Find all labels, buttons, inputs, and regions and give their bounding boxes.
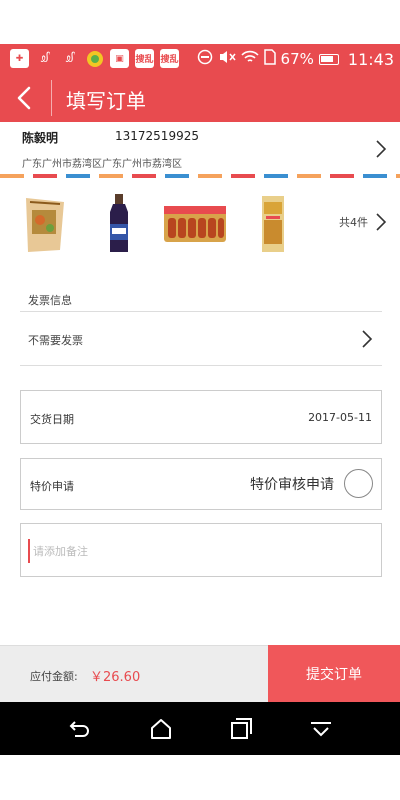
back-arrow-icon[interactable] xyxy=(10,84,40,112)
delivery-date-label: 交货日期 xyxy=(30,413,74,426)
amount-value: ￥26.60 xyxy=(90,670,141,685)
product-sausage-pack xyxy=(164,206,226,242)
special-price-field: 特价申请 特价审核申请 xyxy=(20,458,382,510)
recipient-phone: 13172519925 xyxy=(115,129,199,143)
recent-apps-icon[interactable] xyxy=(228,716,254,742)
sim-icon xyxy=(263,49,276,69)
address-section[interactable]: 陈毅明 13172519925 广东广州市荔湾区广东广州市荔湾区 xyxy=(0,122,400,174)
title-divider xyxy=(51,80,52,116)
app-icon xyxy=(85,49,104,68)
note-field xyxy=(20,523,382,577)
mute-icon xyxy=(218,49,236,69)
title-bar: 填写订单 xyxy=(0,74,400,122)
store-icon: ▣ xyxy=(110,49,129,68)
delivery-date-value: 2017-05-11 xyxy=(308,411,372,424)
chevron-right-icon xyxy=(376,213,387,231)
product-snack-bag xyxy=(26,198,64,252)
clock: 11:43 xyxy=(347,49,394,69)
top-margin xyxy=(0,0,400,44)
system-nav-bar xyxy=(0,702,400,755)
battery-percent: 67% xyxy=(280,50,314,68)
news-icon: 搜乱 xyxy=(135,49,154,68)
special-review-radio[interactable] xyxy=(344,469,373,498)
amount-area: 应付金额: ￥26.60 xyxy=(0,645,268,702)
chevron-right-icon xyxy=(376,140,387,158)
note-input[interactable] xyxy=(28,539,368,563)
add-box-icon: ✚ xyxy=(10,49,29,68)
special-review-option-label: 特价审核申请 xyxy=(250,477,334,493)
status-bar: ✚ ᦾ ᦾ ▣ 搜乱 搜乱 67% 11:43 xyxy=(0,44,400,74)
weibo-icon: ᦾ xyxy=(40,50,49,66)
hide-nav-icon[interactable] xyxy=(308,716,334,742)
dnd-icon xyxy=(197,49,213,69)
amount-label: 应付金额: xyxy=(30,670,78,683)
bottom-margin xyxy=(0,755,400,800)
checkout-bar: 应付金额: ￥26.60 提交订单 xyxy=(0,645,400,702)
battery-icon xyxy=(318,53,339,65)
recipient-name: 陈毅明 xyxy=(22,131,59,145)
chevron-right-icon xyxy=(362,330,373,348)
delivery-date-field[interactable]: 交货日期 2017-05-11 xyxy=(20,390,382,444)
home-icon[interactable] xyxy=(148,716,174,742)
invoice-section-label: 发票信息 xyxy=(28,294,72,307)
invoice-value: 不需要发票 xyxy=(28,334,83,347)
invoice-section-header: 发票信息 xyxy=(20,290,382,312)
product-snack-stick xyxy=(262,196,284,252)
page-title: 填写订单 xyxy=(66,89,146,113)
product-bottle xyxy=(110,194,128,252)
special-price-label: 特价申请 xyxy=(30,480,74,493)
product-list[interactable]: 共4件 xyxy=(0,188,400,260)
weibo-icon: ᦾ xyxy=(65,50,74,66)
wifi-icon xyxy=(240,49,259,69)
submit-order-button[interactable]: 提交订单 xyxy=(268,645,400,702)
recipient-address: 广东广州市荔湾区广东广州市荔湾区 xyxy=(22,159,182,170)
items-count: 共4件 xyxy=(339,216,368,229)
invoice-selector[interactable]: 不需要发票 xyxy=(20,312,382,366)
news-icon: 搜乱 xyxy=(160,49,179,68)
back-icon[interactable] xyxy=(67,716,93,742)
address-stripe-divider xyxy=(0,174,400,178)
